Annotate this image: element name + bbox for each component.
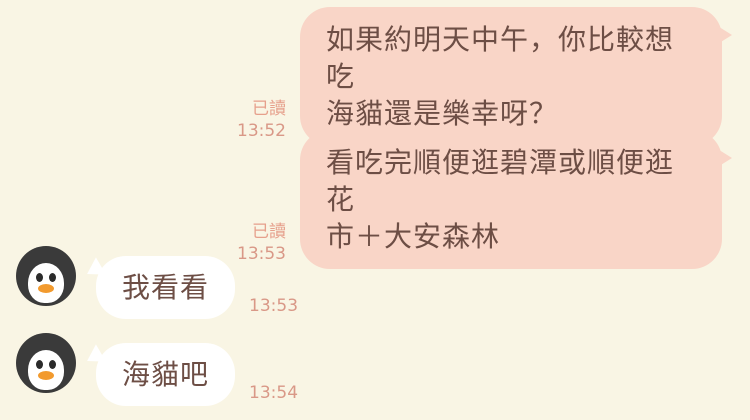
avatar-face xyxy=(28,350,64,390)
avatar-eye xyxy=(36,360,43,369)
outgoing-bubble[interactable]: 看吃完順便逛碧潭或順便逛花 市＋大安森林 xyxy=(300,130,732,269)
avatar-eye xyxy=(49,273,56,282)
avatar-beak xyxy=(38,284,54,293)
avatar-face xyxy=(28,263,64,303)
message-text-line: 市＋大安森林 xyxy=(326,220,501,253)
outgoing-message: 已讀 13:53 看吃完順便逛碧潭或順便逛花 市＋大安森林 xyxy=(237,130,732,269)
message-text-line: 如果約明天中午，你比較想吃 xyxy=(326,23,675,93)
outgoing-message: 已讀 13:52 如果約明天中午，你比較想吃 海貓還是樂幸呀？ xyxy=(237,7,732,146)
incoming-message: 海貓吧 13:54 xyxy=(16,333,299,406)
incoming-message: 我看看 13:53 xyxy=(16,246,299,319)
message-text-line: 海貓還是樂幸呀？ xyxy=(326,97,559,130)
read-receipt: 已讀 xyxy=(252,99,286,119)
avatar-beak xyxy=(38,371,54,380)
message-time: 13:53 xyxy=(249,296,299,316)
penguin-avatar-icon[interactable] xyxy=(16,246,76,306)
avatar-eye xyxy=(49,360,56,369)
avatar-eye xyxy=(36,273,43,282)
incoming-bubble[interactable]: 我看看 xyxy=(96,256,236,319)
penguin-avatar-icon[interactable] xyxy=(16,333,76,393)
message-time: 13:54 xyxy=(249,383,299,403)
outgoing-bubble[interactable]: 如果約明天中午，你比較想吃 海貓還是樂幸呀？ xyxy=(300,7,732,146)
chat-view: 已讀 13:52 如果約明天中午，你比較想吃 海貓還是樂幸呀？ 已讀 13:53… xyxy=(0,0,750,420)
incoming-bubble[interactable]: 海貓吧 xyxy=(96,343,236,406)
message-text-line: 看吃完順便逛碧潭或順便逛花 xyxy=(326,146,675,216)
read-receipt: 已讀 xyxy=(252,222,286,242)
